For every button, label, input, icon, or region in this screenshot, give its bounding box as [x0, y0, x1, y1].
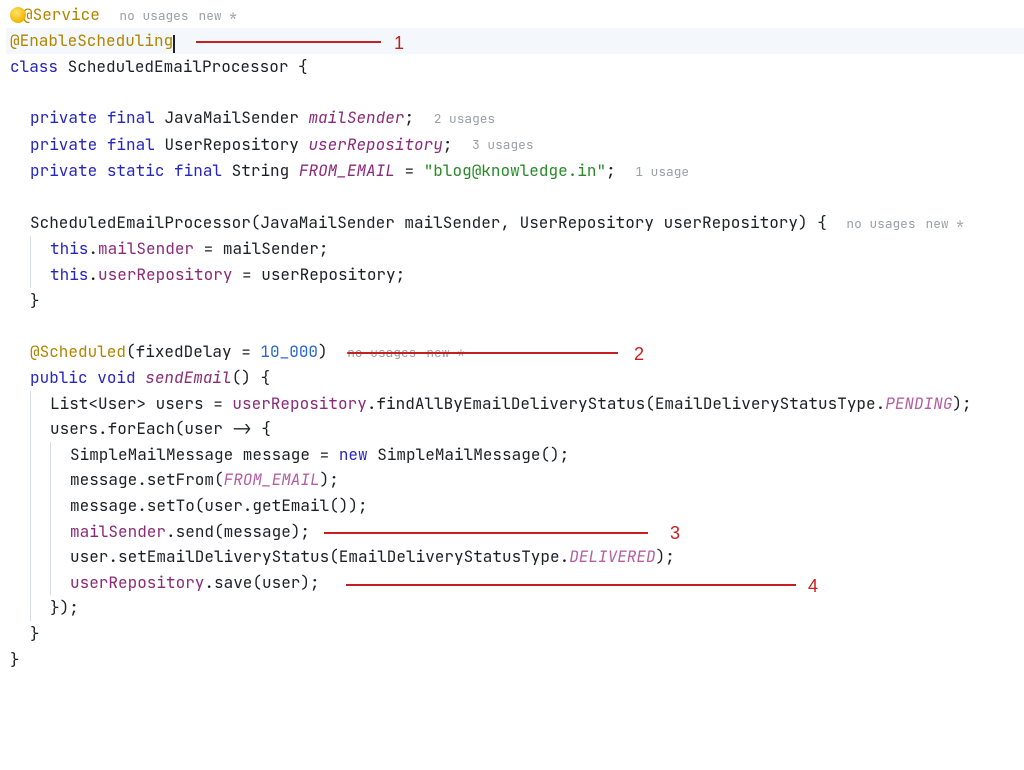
code-line[interactable]: SimpleMailMessage message = new SimpleMa…: [6, 442, 1024, 468]
code-line[interactable]: });: [6, 595, 1024, 621]
code-line[interactable]: public void sendEmail() {: [6, 365, 1024, 391]
code-line[interactable]: userRepository.save(user); 4: [6, 570, 1024, 596]
code-line[interactable]: mailSender.send(message); 3: [6, 519, 1024, 545]
code-line[interactable]: List<User> users = userRepository.findAl…: [6, 391, 1024, 417]
callout-arrow-icon: [196, 41, 381, 43]
code-line[interactable]: @EnableScheduling 1: [6, 28, 1024, 54]
code-line[interactable]: [6, 313, 1024, 339]
code-line[interactable]: this.userRepository = userRepository;: [6, 262, 1024, 288]
code-line[interactable]: class ScheduledEmailProcessor {: [6, 54, 1024, 80]
code-line[interactable]: }: [6, 621, 1024, 647]
annotation-service: @Service: [23, 4, 100, 25]
callout-arrow-icon: [324, 532, 648, 534]
code-line[interactable]: this.mailSender = mailSender;: [6, 236, 1024, 262]
intention-bulb-icon[interactable]: [10, 7, 26, 23]
code-editor[interactable]: @Service no usagesnew * @EnableSchedulin…: [0, 0, 1024, 672]
code-line[interactable]: message.setFrom(FROM_EMAIL);: [6, 467, 1024, 493]
code-line[interactable]: }: [6, 647, 1024, 673]
text-caret: [173, 35, 175, 53]
annotation-enablescheduling: @EnableScheduling: [10, 30, 173, 51]
code-line[interactable]: private static final String FROM_EMAIL =…: [6, 158, 1024, 184]
code-line[interactable]: @Scheduled(fixedDelay = 10_000) no usage…: [6, 339, 1024, 365]
code-line[interactable]: private final UserRepository userReposit…: [6, 132, 1024, 158]
callout-arrow-icon: [346, 584, 796, 586]
code-line[interactable]: @Service no usagesnew *: [6, 2, 1024, 28]
code-line[interactable]: users.forEach(user -> {: [6, 416, 1024, 442]
callout-arrow-icon: [356, 352, 618, 354]
code-line[interactable]: ScheduledEmailProcessor(JavaMailSender m…: [6, 210, 1024, 236]
code-line[interactable]: message.setTo(user.getEmail());: [6, 493, 1024, 519]
inlay-hint: 3 usages: [462, 131, 533, 157]
code-line[interactable]: user.setEmailDeliveryStatus(EmailDeliver…: [6, 544, 1024, 570]
inlay-hint: no usagesnew *: [109, 2, 237, 28]
code-line[interactable]: [6, 184, 1024, 210]
annotation-scheduled: @Scheduled: [30, 341, 126, 362]
code-line[interactable]: [6, 80, 1024, 106]
inlay-hint: no usagesnew *: [836, 210, 964, 236]
code-line[interactable]: }: [6, 288, 1024, 314]
inlay-hint: 2 usages: [424, 105, 495, 131]
inlay-hint: 1 usage: [625, 158, 689, 184]
code-line[interactable]: private final JavaMailSender mailSender;…: [6, 105, 1024, 131]
callout-label: 3: [670, 519, 680, 548]
